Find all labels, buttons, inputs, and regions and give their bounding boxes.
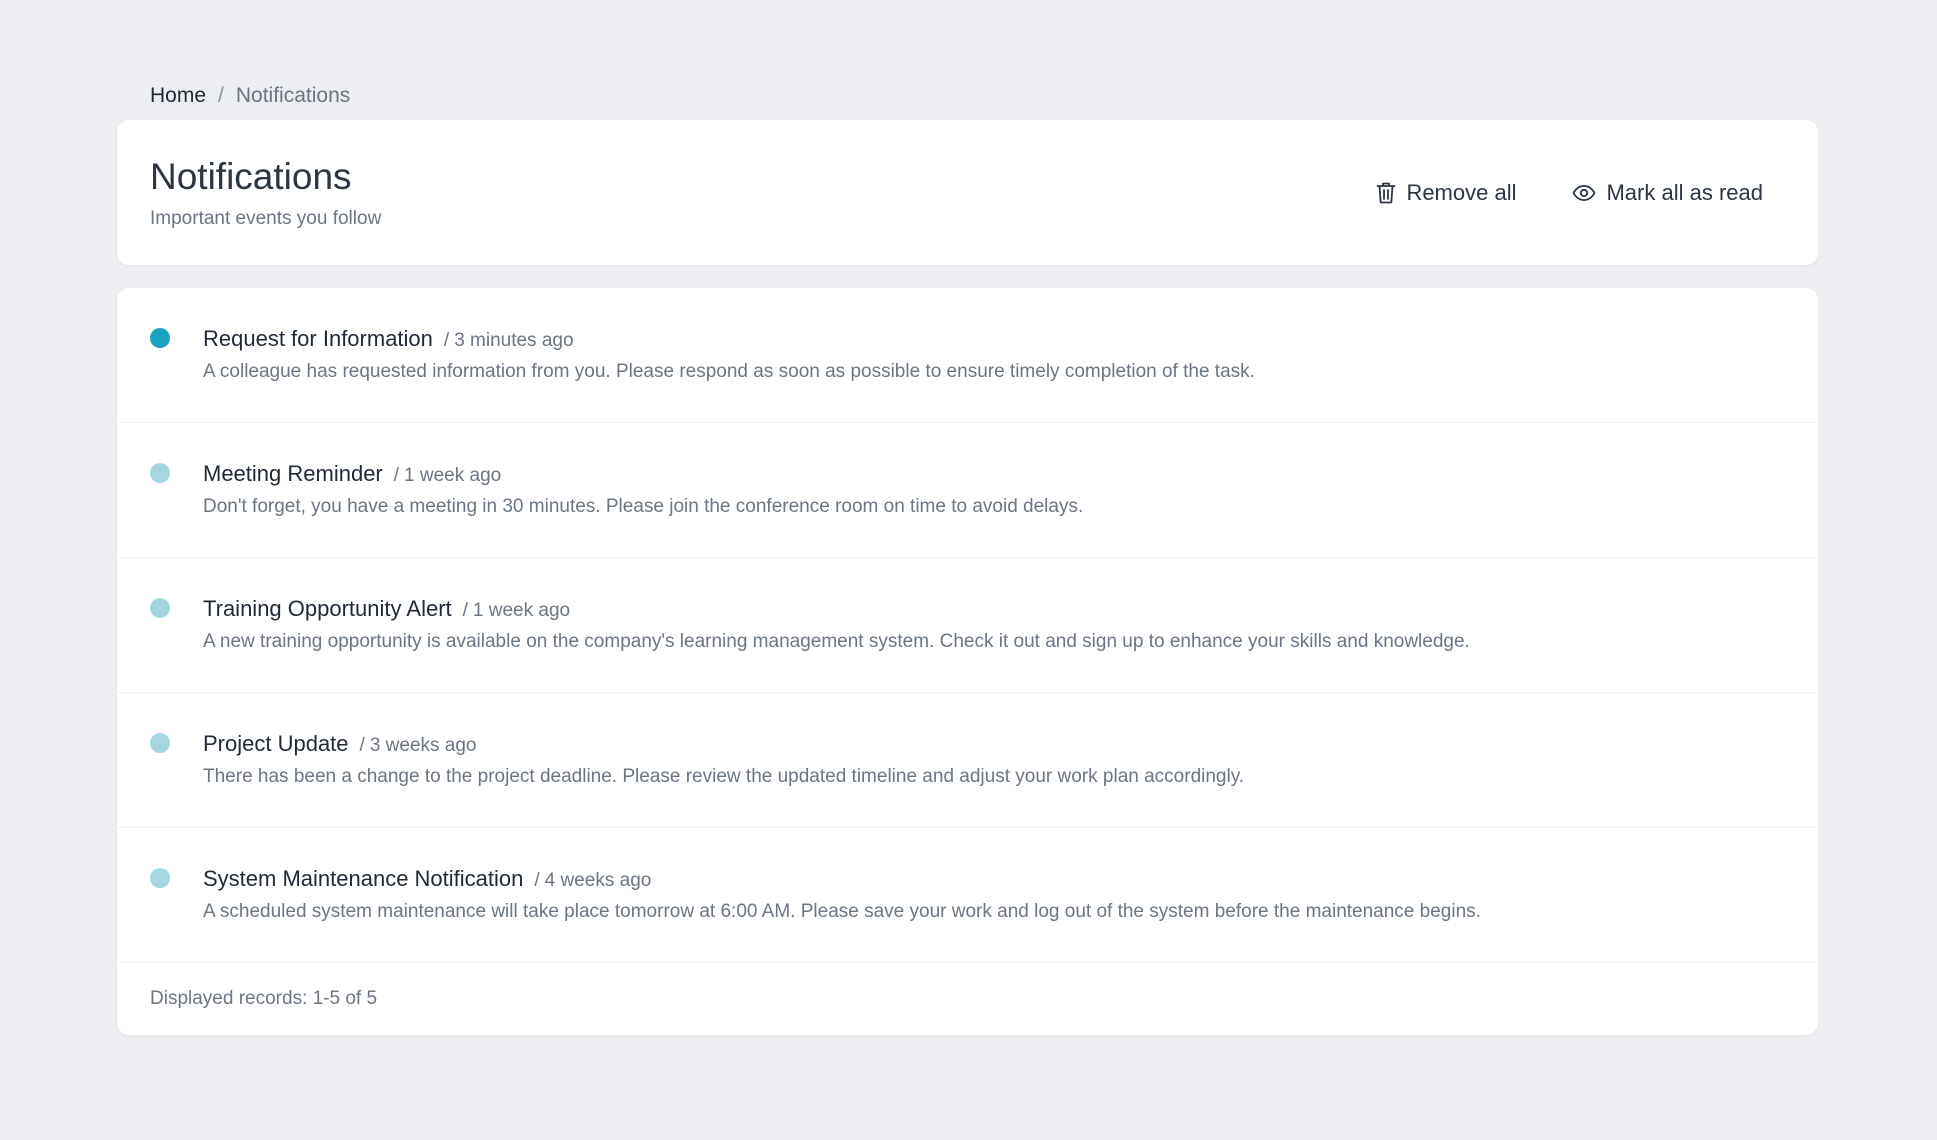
notification-time: /1 week ago [393, 465, 502, 486]
notification-item[interactable]: Meeting Reminder /1 week ago Don't forge… [117, 423, 1818, 558]
read-indicator-dot [150, 868, 170, 888]
mark-all-read-button[interactable]: Mark all as read [1572, 180, 1763, 206]
notification-item[interactable]: Request for Information /3 minutes ago A… [117, 288, 1818, 423]
notifications-page: Home / Notifications Notifications Impor… [117, 72, 1818, 1035]
notification-time-value: 3 weeks ago [369, 735, 477, 756]
read-indicator-dot [150, 463, 170, 483]
notification-body: A new training opportunity is available … [203, 631, 1470, 652]
notification-body: A scheduled system maintenance will take… [203, 901, 1481, 922]
notification-header: Training Opportunity Alert /1 week ago [203, 596, 570, 622]
notification-header: Meeting Reminder /1 week ago [203, 461, 501, 487]
read-indicator-dot [150, 598, 170, 618]
notification-time: /4 weeks ago [534, 870, 652, 891]
read-indicator-dot [150, 733, 170, 753]
page-subtitle: Important events you follow [150, 208, 382, 229]
breadcrumb-separator: / [218, 84, 224, 107]
notification-title[interactable]: Meeting Reminder [203, 461, 383, 487]
remove-all-label: Remove all [1406, 179, 1517, 205]
notification-item[interactable]: System Maintenance Notification /4 weeks… [117, 828, 1818, 963]
breadcrumb-current: Notifications [235, 84, 351, 107]
notification-time: /1 week ago [462, 600, 571, 621]
notification-header: Project Update /3 weeks ago [203, 731, 477, 757]
breadcrumb-home-link[interactable]: Home [150, 84, 206, 108]
notification-item[interactable]: Training Opportunity Alert /1 week ago A… [117, 558, 1818, 693]
records-count: Displayed records: 1-5 of 5 [150, 988, 378, 1009]
notification-time-value: 1 week ago [472, 600, 571, 621]
notification-header: System Maintenance Notification /4 weeks… [203, 866, 651, 892]
notification-title[interactable]: System Maintenance Notification [203, 866, 523, 892]
notification-body: Don't forget, you have a meeting in 30 m… [203, 496, 1084, 517]
notification-item[interactable]: Project Update /3 weeks ago There has be… [117, 693, 1818, 828]
notification-time-value: 3 minutes ago [454, 330, 574, 351]
notification-time-value: 1 week ago [404, 465, 502, 486]
header-actions: Remove all Mark all as read [1376, 120, 1763, 265]
notification-time-value: 4 weeks ago [544, 870, 652, 891]
notification-title[interactable]: Request for Information [203, 326, 433, 352]
list-footer: Displayed records: 1-5 of 5 [117, 963, 1818, 1035]
eye-icon [1572, 184, 1596, 202]
remove-all-button[interactable]: Remove all [1376, 180, 1516, 206]
breadcrumb: Home / Notifications [117, 72, 1818, 120]
notification-header: Request for Information /3 minutes ago [203, 326, 574, 352]
notification-list: Request for Information /3 minutes ago A… [117, 288, 1818, 1035]
unread-indicator-dot [150, 328, 170, 348]
notification-title[interactable]: Training Opportunity Alert [203, 596, 452, 622]
page-title: Notifications [150, 156, 352, 197]
trash-icon [1376, 181, 1396, 205]
notification-title[interactable]: Project Update [203, 731, 349, 757]
notification-time: /3 minutes ago [443, 330, 574, 351]
notification-body: There has been a change to the project d… [203, 766, 1245, 787]
mark-all-read-label: Mark all as read [1606, 179, 1763, 205]
notification-time: /3 weeks ago [359, 735, 477, 756]
notification-body: A colleague has requested information fr… [203, 361, 1255, 382]
header-card: Notifications Important events you follo… [117, 120, 1818, 265]
